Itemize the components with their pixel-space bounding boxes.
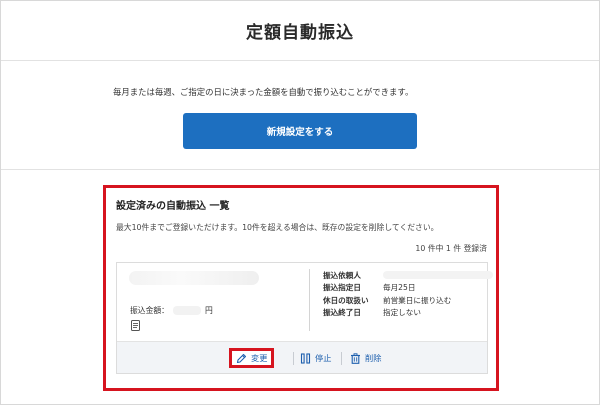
transfer-card-body: 振込金額： 円 振込依頼人 振込指定日 毎月25日 休日の取扱い 前営業日に振り… [117, 263, 493, 341]
stop-label: 停止 [315, 353, 332, 363]
detail-row-holiday: 休日の取扱い 前営業日に振り込む [323, 294, 493, 307]
registered-count: 10 件中 1 件 登録済 [415, 244, 487, 253]
delete-button[interactable]: 削除 [350, 342, 381, 374]
pencil-icon [236, 353, 247, 363]
amount-value-masked [172, 306, 201, 315]
detail-label: 休日の取扱い [323, 295, 369, 305]
intro-section: 毎月または毎週、ご指定の日に決まった金額を自動で振り込むことができます。 新規設… [1, 62, 599, 170]
stop-button[interactable]: 停止 [300, 342, 331, 374]
payee-name-masked [129, 271, 259, 285]
page-header: 定額自動振込 [1, 1, 599, 61]
card-actions-bar: 変更 停止 削除 [117, 341, 487, 373]
detail-label: 振込依頼人 [323, 270, 361, 280]
detail-row-end-date: 振込終了日 指定しない [323, 307, 493, 320]
detail-value: 前営業日に振り込む [383, 295, 452, 305]
detail-row-date: 振込指定日 毎月25日 [323, 282, 493, 295]
requester-value-masked [383, 271, 493, 280]
amount-unit: 円 [204, 306, 213, 315]
amount-row: 振込金額： 円 [130, 305, 213, 316]
action-separator [293, 352, 294, 365]
detail-value: 毎月25日 [383, 283, 416, 293]
pause-icon [300, 352, 311, 364]
detail-label: 振込終了日 [323, 308, 361, 318]
delete-label: 削除 [365, 353, 382, 363]
transfer-card: 振込金額： 円 振込依頼人 振込指定日 毎月25日 休日の取扱い 前営業日に振り… [116, 262, 493, 374]
amount-label: 振込金額： [130, 306, 169, 315]
card-divider [309, 269, 310, 331]
memo-icon [131, 320, 140, 331]
edit-label: 変更 [251, 353, 268, 363]
edit-button[interactable]: 変更 [229, 348, 275, 368]
action-separator [341, 352, 342, 365]
page-title: 定額自動振込 [246, 23, 354, 43]
new-setting-button[interactable]: 新規設定をする [183, 113, 417, 149]
intro-description: 毎月または毎週、ご指定の日に決まった金額を自動で振り込むことができます。 [113, 87, 414, 97]
transfer-details: 振込依頼人 振込指定日 毎月25日 休日の取扱い 前営業日に振り込む 振込終了日… [323, 269, 493, 319]
registered-transfers-panel: 設定済みの自動振込 一覧 最大10件までご登録いただけます。10件を超える場合は… [103, 185, 499, 391]
detail-value: 指定しない [383, 308, 421, 318]
panel-title: 設定済みの自動振込 一覧 [116, 201, 230, 212]
detail-row-requester: 振込依頼人 [323, 269, 493, 282]
detail-label: 振込指定日 [323, 283, 361, 293]
trash-icon [351, 352, 360, 364]
panel-note: 最大10件までご登録いただけます。10件を超える場合は、既存の設定を削除してくだ… [116, 223, 439, 232]
